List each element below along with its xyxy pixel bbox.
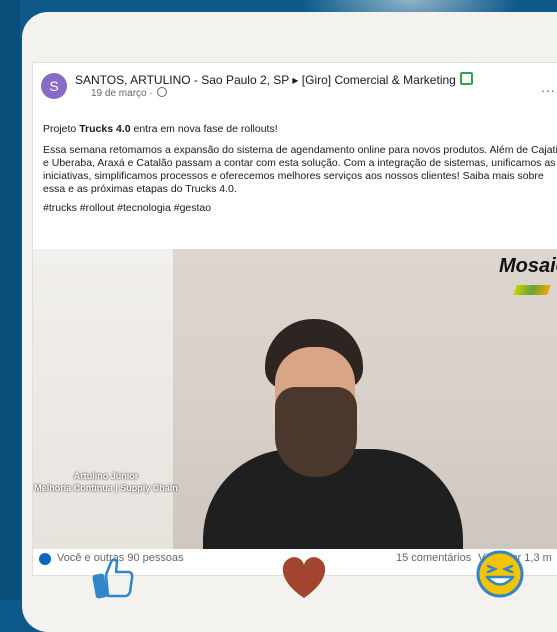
like-reaction-icon <box>39 553 51 565</box>
post-video[interactable]: Mosaic Artulino Júnior Melhoria Contínua… <box>33 249 557 549</box>
post-header: S SANTOS, ARTULINO - Sao Paulo 2, SP ▸ [… <box>41 72 557 109</box>
laughing-face-icon <box>476 550 524 598</box>
post-body: Projeto Trucks 4.0 entra em nova fase de… <box>43 123 557 215</box>
background-shelf <box>33 249 173 549</box>
post-date: 19 de março · <box>91 88 156 99</box>
video-lower-third: Artulino Júnior Melhoria Contínua | Supp… <box>33 471 181 494</box>
globe-icon <box>157 87 168 97</box>
author-name[interactable]: SANTOS, ARTULINO - Sao Paulo 2, SP ▸ [Gi… <box>75 73 456 87</box>
avatar[interactable]: S <box>41 73 67 99</box>
headline-bold: Trucks 4.0 <box>79 123 131 135</box>
post-headline: Projeto Trucks 4.0 entra em nova fase de… <box>43 123 557 136</box>
post-hashtags[interactable]: #trucks #rollout #tecnologia #gestao <box>43 202 557 215</box>
post-paragraph: Essa semana retomamos a expansão do sist… <box>43 144 557 195</box>
group-badge-icon <box>459 72 473 85</box>
comments-count[interactable]: 15 comentários <box>396 552 471 564</box>
mosaic-logo: Mosaic <box>499 255 557 277</box>
headline-prefix: Projeto <box>43 123 80 135</box>
speaker-role: Melhoria Contínua | Supply Chain <box>34 483 178 493</box>
thumbs-up-icon <box>92 558 134 599</box>
feed-card: S SANTOS, ARTULINO - Sao Paulo 2, SP ▸ [… <box>22 12 557 632</box>
linkedin-post: S SANTOS, ARTULINO - Sao Paulo 2, SP ▸ [… <box>32 62 557 576</box>
more-options-button[interactable]: ... <box>541 79 556 95</box>
speaker-name: Artulino Júnior <box>73 471 139 481</box>
mosaic-logo-mark <box>513 285 551 295</box>
person-beard <box>275 387 357 477</box>
headline-suffix: entra em nova fase de rollouts! <box>130 123 278 135</box>
post-meta: 19 de março · <box>91 87 168 99</box>
background-accent <box>0 0 20 600</box>
post-author[interactable]: SANTOS, ARTULINO - Sao Paulo 2, SP ▸ [Gi… <box>75 72 473 87</box>
heart-icon <box>282 557 326 598</box>
